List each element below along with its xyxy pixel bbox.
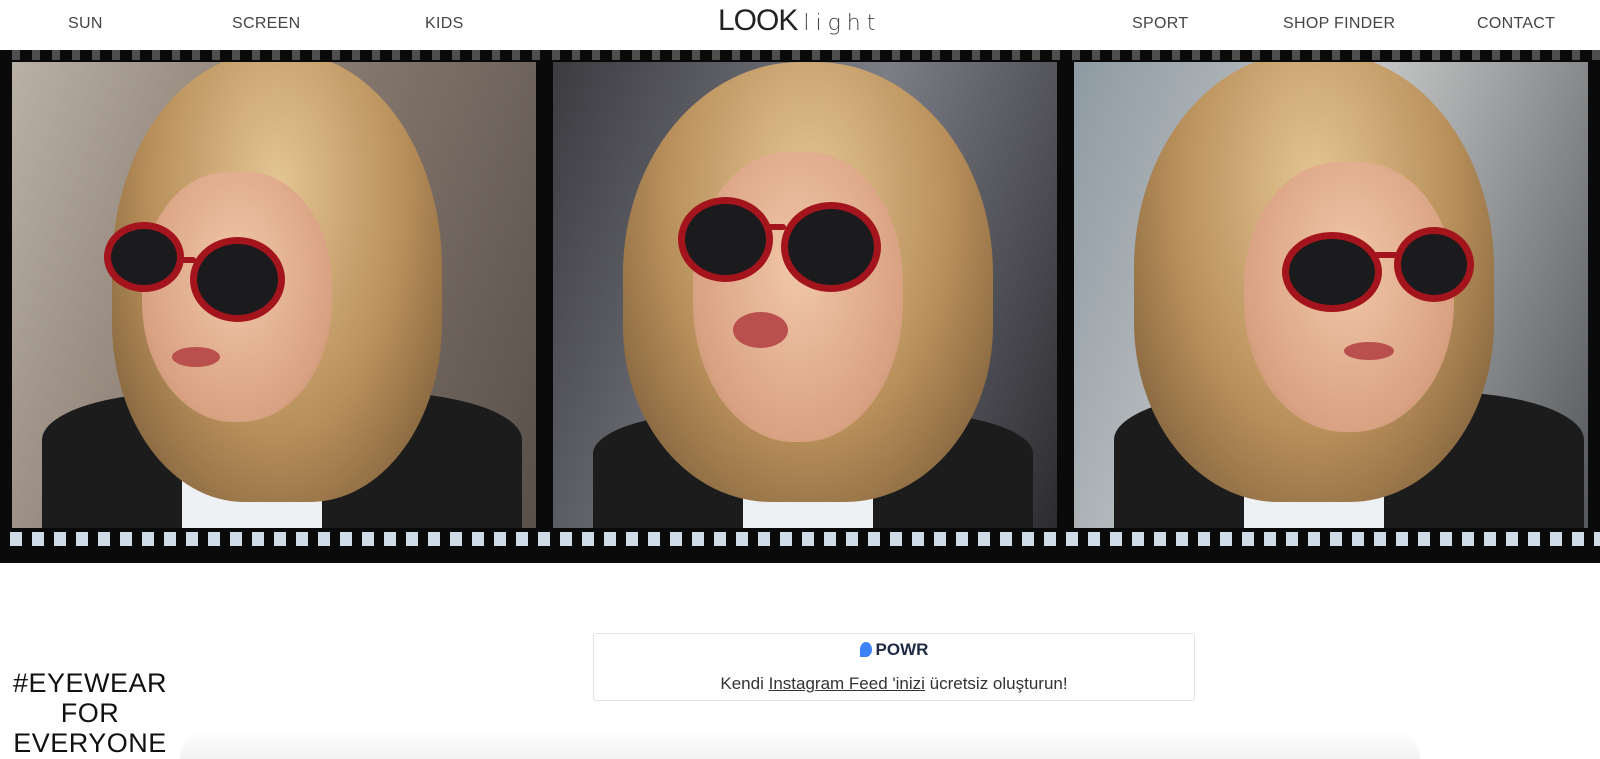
sunglasses-lens-right <box>1394 227 1474 302</box>
nav-kids[interactable]: KIDS <box>425 15 464 33</box>
tagline-line-3: EVERYONE <box>13 728 167 758</box>
logo-sub: light <box>803 11 882 36</box>
powr-instagram-feed-link[interactable]: Instagram Feed 'inizi <box>769 674 925 693</box>
sunglasses-lens-left <box>1282 232 1382 312</box>
powr-widget: POWR Kendi Instagram Feed 'inizi ücretsi… <box>593 633 1195 701</box>
logo-main: LOOK <box>718 4 798 37</box>
sunglasses-lens-right <box>781 202 881 292</box>
film-sprockets-bottom <box>0 532 1600 546</box>
photo-frame-1 <box>12 62 536 528</box>
sunglasses-lens-left <box>104 222 184 292</box>
section-divider-shadow <box>180 730 1420 759</box>
tagline-line-1: #EYEWEAR <box>12 668 168 698</box>
powr-text-after: ücretsiz oluşturun! <box>924 674 1068 693</box>
nav-shop-finder[interactable]: SHOP FINDER <box>1283 15 1395 33</box>
powr-logo-icon <box>859 642 872 657</box>
photo-frame-3 <box>1074 62 1588 528</box>
photo-frame-2 <box>553 62 1057 528</box>
site-logo[interactable]: LOOK light <box>718 4 881 44</box>
powr-brand-label: POWR <box>875 640 929 659</box>
tagline: #EYEWEAR FOR EVERYONE <box>12 668 168 758</box>
hero-filmstrip <box>0 50 1600 563</box>
site-header: SUN SCREEN KIDS LOOK light SPORT SHOP FI… <box>0 0 1600 50</box>
powr-brand[interactable]: POWR <box>594 640 1194 660</box>
sunglasses-lens-right <box>190 237 285 322</box>
powr-promo-text: Kendi Instagram Feed 'inizi ücretsiz olu… <box>594 674 1194 694</box>
nav-contact[interactable]: CONTACT <box>1477 15 1555 33</box>
sunglasses-lens-left <box>678 197 773 282</box>
powr-text-before: Kendi <box>720 674 769 693</box>
nav-screen[interactable]: SCREEN <box>232 15 300 33</box>
nav-sun[interactable]: SUN <box>68 15 103 33</box>
nav-sport[interactable]: SPORT <box>1132 15 1188 33</box>
film-sprockets-top <box>0 50 1600 60</box>
tagline-line-2: FOR <box>60 698 120 728</box>
